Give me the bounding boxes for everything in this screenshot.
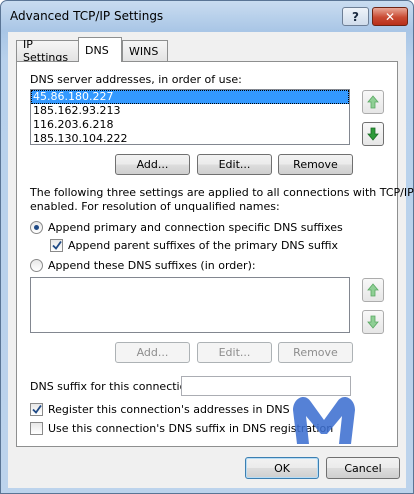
down-arrow-icon	[367, 127, 379, 141]
tab-dns[interactable]: DNS	[78, 37, 122, 62]
checkmark-icon	[32, 404, 42, 414]
append-these-label[interactable]: Append these DNS suffixes (in order):	[48, 259, 256, 272]
dialog-client: IP Settings DNS WINS DNS server addresse…	[8, 32, 414, 488]
tab-label: DNS	[85, 43, 109, 57]
append-primary-label[interactable]: Append primary and connection specific D…	[48, 221, 343, 234]
radio-dot	[34, 225, 39, 230]
append-parent-checkbox[interactable]	[50, 239, 63, 252]
down-arrow-icon	[367, 315, 379, 329]
list-item[interactable]: 185.162.93.213	[31, 104, 349, 118]
close-icon: ✕	[384, 9, 396, 24]
register-checkbox[interactable]	[30, 403, 43, 416]
description-line-1: The following three settings are applied…	[30, 186, 414, 199]
suffix-move-up-button[interactable]	[362, 278, 384, 302]
up-arrow-icon	[367, 283, 379, 297]
dialog-window: Advanced TCP/IP Settings ? ✕ IP Settings…	[0, 0, 414, 494]
dns-add-button[interactable]: Add...	[115, 154, 190, 175]
use-suffix-checkbox[interactable]	[30, 422, 43, 435]
up-arrow-icon	[367, 95, 379, 109]
close-button[interactable]: ✕	[372, 7, 408, 26]
list-item[interactable]: 185.130.104.222	[31, 132, 349, 146]
malwarebytes-logo-icon	[293, 396, 355, 444]
dns-server-list[interactable]: 45.86.180.227 185.162.93.213 116.203.6.2…	[30, 89, 350, 145]
help-icon: ?	[352, 9, 359, 24]
dns-remove-button[interactable]: Remove	[278, 154, 353, 175]
dns-edit-button[interactable]: Edit...	[197, 154, 272, 175]
suffix-add-button[interactable]: Add...	[115, 342, 190, 363]
append-primary-radio[interactable]	[30, 221, 43, 234]
append-parent-label[interactable]: Append parent suffixes of the primary DN…	[68, 239, 338, 252]
dns-tab-panel: DNS server addresses, in order of use: 4…	[16, 61, 414, 447]
ok-button[interactable]: OK	[245, 457, 319, 479]
tab-wins[interactable]: WINS	[122, 40, 168, 61]
tab-ip-settings[interactable]: IP Settings	[16, 38, 80, 64]
description-line-2: enabled. For resolution of unqualified n…	[30, 200, 280, 213]
list-item[interactable]: 116.203.6.218	[31, 118, 349, 132]
dns-suffix-list[interactable]	[30, 277, 350, 333]
suffix-remove-button[interactable]: Remove	[278, 342, 353, 363]
cancel-button[interactable]: Cancel	[326, 457, 400, 479]
dns-servers-label: DNS server addresses, in order of use:	[30, 73, 242, 86]
append-these-radio[interactable]	[30, 259, 43, 272]
suffix-move-down-button[interactable]	[362, 310, 384, 334]
dns-move-up-button[interactable]	[362, 90, 384, 114]
tab-label: WINS	[129, 44, 159, 58]
window-title: Advanced TCP/IP Settings	[10, 9, 164, 23]
checkmark-icon	[52, 240, 62, 250]
title-bar[interactable]: Advanced TCP/IP Settings ? ✕	[1, 1, 413, 31]
register-label[interactable]: Register this connection's addresses in …	[48, 403, 290, 416]
dns-move-down-button[interactable]	[362, 122, 384, 146]
suffix-edit-button[interactable]: Edit...	[197, 342, 272, 363]
list-item[interactable]: 45.86.180.227	[31, 90, 349, 104]
help-button[interactable]: ?	[342, 7, 369, 26]
connection-suffix-label: DNS suffix for this connection:	[30, 380, 198, 393]
